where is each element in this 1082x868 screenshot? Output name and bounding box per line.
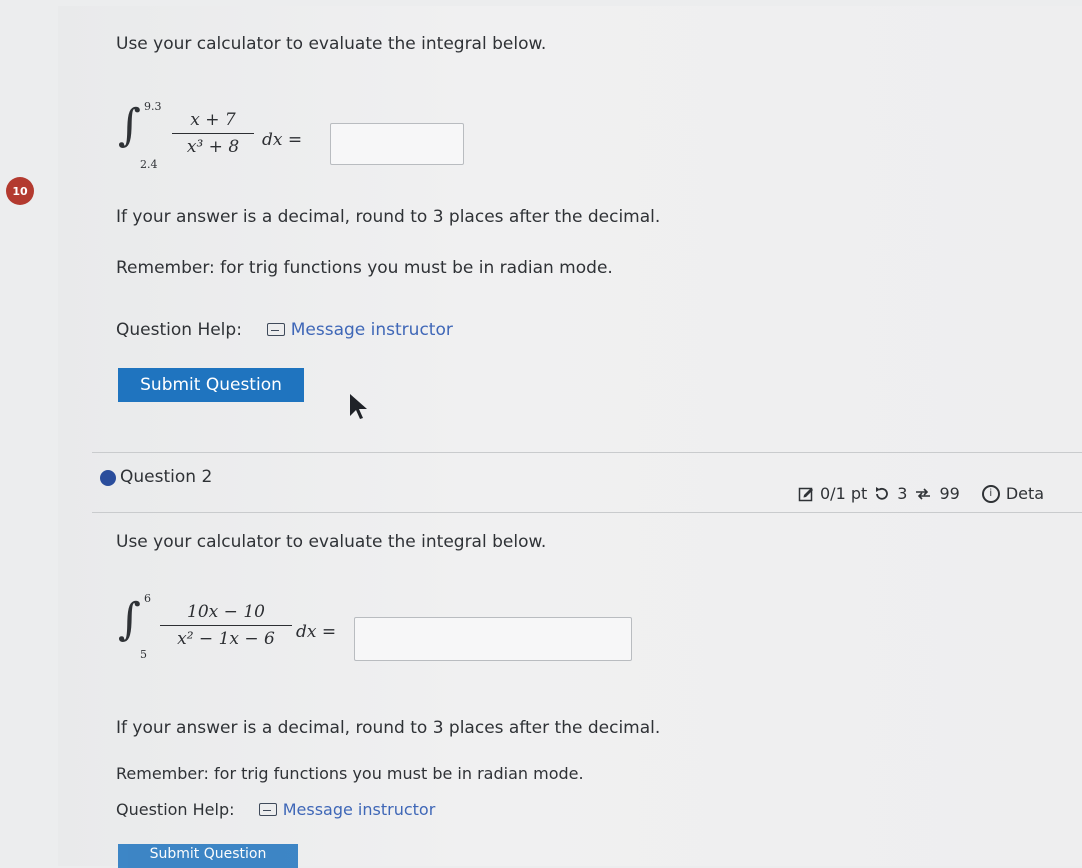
q2-message-instructor-link[interactable]: Message instructor [283, 800, 436, 819]
question-header-divider [92, 512, 1082, 513]
q1-trig-note: Remember: for trig functions you must be… [116, 258, 613, 278]
q1-fraction: x + 7 x³ + 8 [172, 110, 254, 157]
q1-message-instructor-link[interactable]: Message instructor [291, 320, 453, 340]
q2-denominator: x² − 1x − 6 [177, 629, 275, 649]
q2-upper-limit: 6 [144, 592, 151, 605]
q2-status-bar: 0/1 pt 3 99 i Deta [798, 484, 1044, 503]
section-divider [92, 452, 1082, 453]
q2-attempts: 99 [939, 484, 960, 503]
fraction-bar [160, 625, 292, 626]
q2-details-link[interactable]: Deta [1006, 484, 1044, 503]
integral-sign-icon: ∫ [118, 100, 141, 151]
question-number-badge: 10 [6, 177, 34, 205]
q2-title: Question 2 [120, 467, 213, 487]
q1-lower-limit: 2.4 [140, 158, 158, 171]
q1-dx: dx = [262, 130, 303, 150]
q2-prompt: Use your calculator to evaluate the inte… [116, 532, 547, 552]
q2-answer-input[interactable] [354, 617, 632, 661]
q2-round-note: If your answer is a decimal, round to 3 … [116, 718, 661, 738]
q1-help-label: Question Help: [116, 320, 242, 340]
q2-submit-button[interactable]: Submit Question [118, 844, 298, 868]
integral-sign-icon: ∫ [118, 594, 141, 645]
q2-lower-limit: 5 [140, 648, 147, 661]
q1-round-note: If your answer is a decimal, round to 3 … [116, 207, 661, 227]
q1-prompt: Use your calculator to evaluate the inte… [116, 34, 547, 54]
mouse-cursor-icon [350, 394, 367, 419]
q2-dx: dx = [296, 622, 337, 642]
q2-help: Question Help: Message instructor [116, 800, 435, 819]
attempts-icon [916, 487, 931, 500]
info-icon[interactable]: i [981, 484, 1000, 503]
message-icon [258, 803, 277, 816]
q2-help-label: Question Help: [116, 800, 235, 819]
q2-trig-note: Remember: for trig functions you must be… [116, 764, 584, 783]
q1-submit-button[interactable]: Submit Question [118, 368, 304, 402]
q1-answer-input[interactable] [330, 123, 464, 165]
question-status-dot-icon [100, 470, 116, 486]
retry-icon [876, 486, 889, 500]
message-icon [266, 323, 285, 336]
q2-fraction: 10x − 10 x² − 1x − 6 [160, 602, 292, 649]
edit-square-icon [798, 487, 813, 501]
q2-retries: 3 [897, 484, 908, 503]
fraction-bar [172, 133, 254, 134]
q1-help: Question Help: Message instructor [116, 320, 453, 340]
q2-numerator: 10x − 10 [187, 602, 265, 622]
q1-numerator: x + 7 [190, 110, 236, 130]
q1-denominator: x³ + 8 [186, 137, 240, 157]
q2-points: 0/1 pt [820, 484, 868, 503]
page: Use your calculator to evaluate the inte… [0, 0, 1082, 868]
q1-upper-limit: 9.3 [144, 100, 162, 113]
